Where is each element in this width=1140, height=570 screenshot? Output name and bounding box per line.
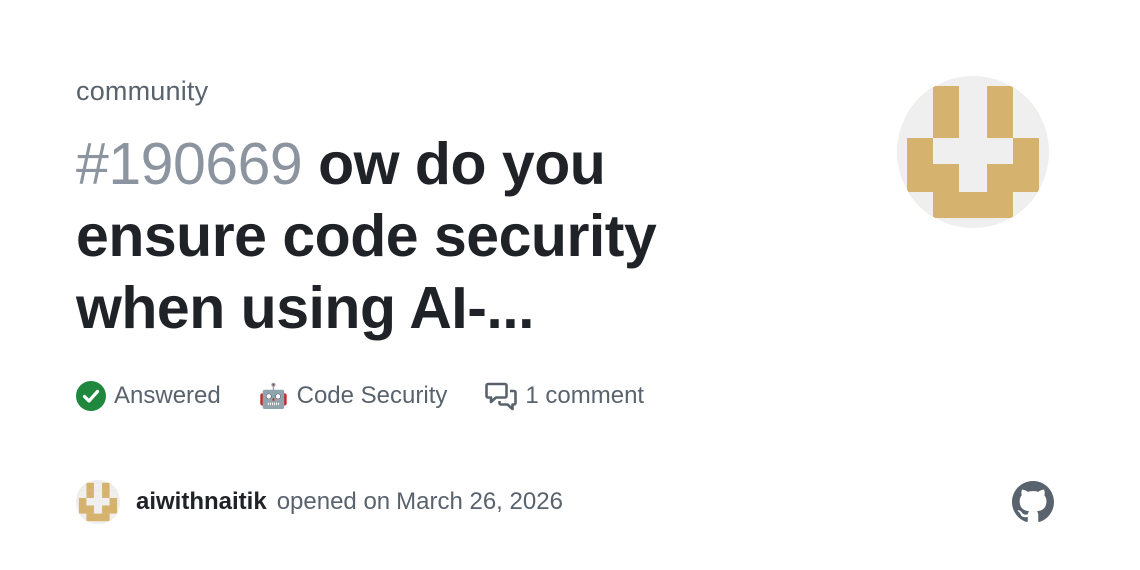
discussion-meta: Answered 🤖 Code Security 1 comment — [76, 377, 682, 415]
author-avatar[interactable] — [76, 480, 120, 524]
robot-icon: 🤖 — [258, 382, 289, 410]
comment-discussion-icon — [485, 381, 518, 411]
opened-date: March 26, 2026 — [396, 488, 563, 515]
author-line: aiwithnaitik opened on March 26, 2026 — [76, 479, 563, 525]
category[interactable]: 🤖 Code Security — [259, 382, 448, 411]
check-circle-icon — [76, 381, 106, 411]
answered-label: Answered — [114, 382, 221, 409]
opened-text: opened on — [276, 488, 391, 515]
comment-count[interactable]: 1 comment — [485, 381, 644, 411]
author-avatar-large[interactable] — [897, 76, 1049, 228]
github-logo-icon[interactable] — [1012, 481, 1054, 523]
identicon-icon — [897, 76, 1049, 228]
discussion-number: #190669 — [76, 131, 303, 197]
author-username[interactable]: aiwithnaitik — [136, 488, 267, 516]
identicon-small-icon — [76, 480, 120, 524]
repo-name[interactable]: community — [76, 76, 208, 107]
category-label: Code Security — [296, 382, 448, 409]
comment-count-label: 1 comment — [525, 382, 645, 409]
discussion-title[interactable]: #190669 ow do you ensure code security w… — [76, 128, 716, 344]
answered-status[interactable]: Answered — [76, 381, 221, 411]
social-card: community #190669 ow do you ensure code … — [0, 0, 1140, 570]
